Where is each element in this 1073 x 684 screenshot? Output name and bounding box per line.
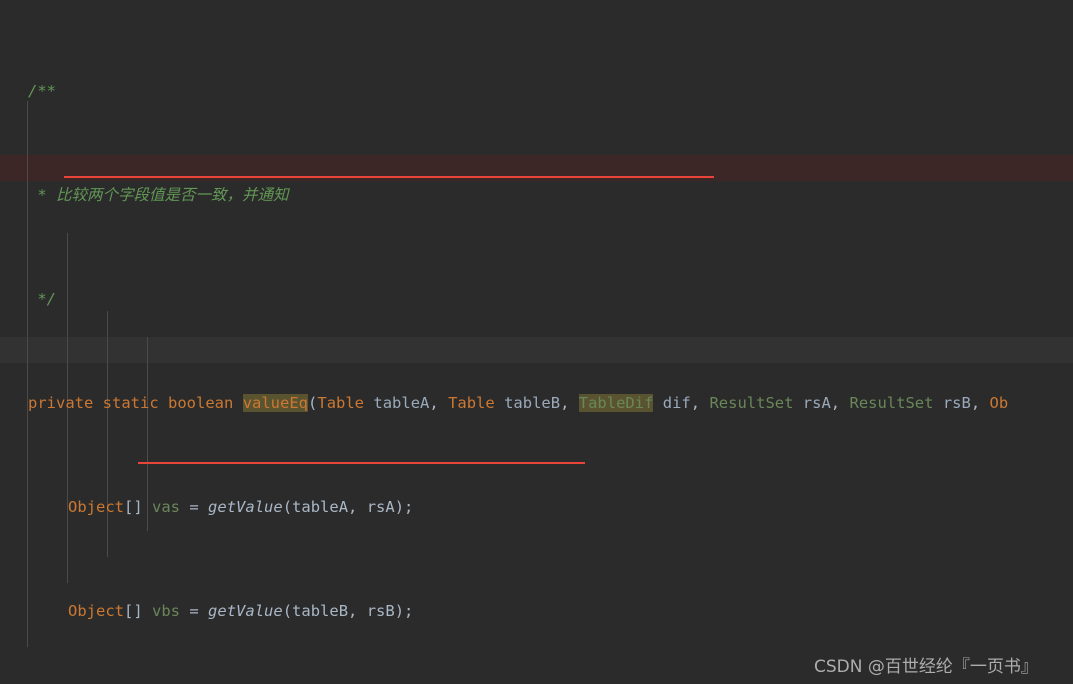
code-line[interactable]: Object[] vbs = getValue(tableB, rsB); [0, 598, 1073, 624]
code-editor[interactable]: /** * 比较两个字段值是否一致，并通知 */ private static … [0, 0, 1073, 684]
csdn-watermark: CSDN @百世经纶『一页书』 [814, 657, 1038, 677]
code-text[interactable]: /** * 比较两个字段值是否一致，并通知 */ private static … [0, 0, 1073, 684]
code-line[interactable]: */ [0, 286, 1073, 312]
code-line[interactable]: Object[] vas = getValue(tableA, rsA); [0, 494, 1073, 520]
tabledif-type-token[interactable]: TableDif [578, 394, 654, 412]
code-line[interactable]: /** [0, 78, 1073, 104]
code-line[interactable]: * 比较两个字段值是否一致，并通知 [0, 182, 1073, 208]
method-name-token[interactable]: valueEq [242, 394, 309, 412]
javadoc-comment-chinese: 比较两个字段值是否一致，并通知 [56, 186, 289, 204]
code-line-signature[interactable]: private static boolean valueEq(Table tab… [0, 390, 1073, 416]
